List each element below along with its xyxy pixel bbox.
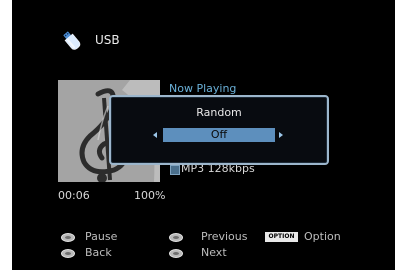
pause-label: Pause — [85, 230, 118, 243]
pause-button-icon — [61, 233, 75, 242]
right-arrow-icon[interactable] — [279, 132, 283, 138]
usb-icon — [60, 29, 84, 53]
next-label: Next — [201, 246, 227, 259]
back-label: Back — [85, 246, 112, 259]
display-screen: USB Now Playing MP3 128kbps 00:06 100% R… — [12, 0, 395, 270]
option-label: Option — [304, 230, 341, 243]
elapsed-time: 00:06 — [58, 189, 90, 202]
option-badge: OPTION — [265, 232, 298, 242]
random-popup: Random Off — [109, 95, 329, 165]
source-title: USB — [95, 33, 120, 47]
left-arrow-icon[interactable] — [153, 132, 157, 138]
next-button-icon — [169, 249, 183, 258]
progress-percent: 100% — [134, 189, 166, 202]
back-button-icon — [61, 249, 75, 258]
previous-button-icon — [169, 233, 183, 242]
random-value-selector[interactable]: Off — [163, 128, 275, 142]
popup-title: Random — [196, 106, 242, 119]
codec-icon — [170, 165, 180, 175]
now-playing-label: Now Playing — [169, 82, 237, 95]
previous-label: Previous — [201, 230, 248, 243]
